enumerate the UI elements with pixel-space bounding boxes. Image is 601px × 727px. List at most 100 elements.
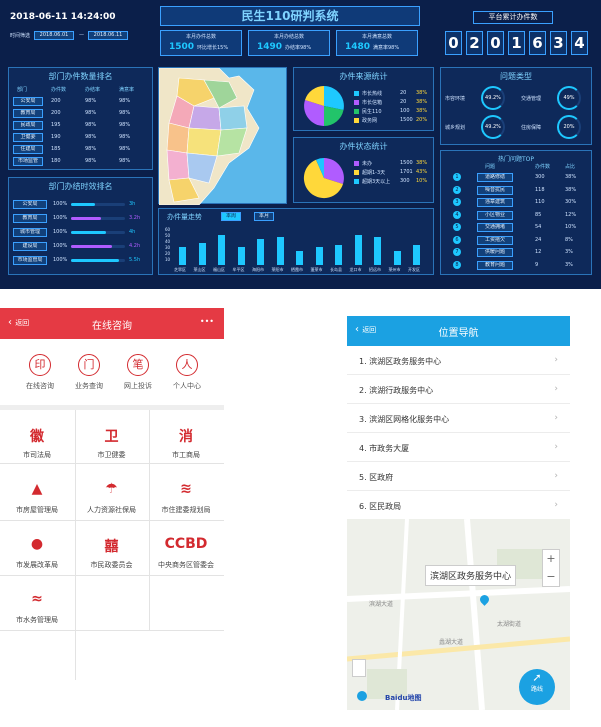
date-from-input[interactable]: 2018.06.01 (34, 31, 74, 40)
trend-bar[interactable] (354, 235, 362, 265)
problem-name-tag[interactable]: 教育问题 (477, 260, 513, 270)
dept-time: 5.5h (129, 257, 141, 263)
org-label[interactable]: 市房屋管理局 (0, 505, 74, 515)
org-label[interactable]: 市水务管理局 (0, 615, 74, 625)
org-label[interactable]: 市司法局 (0, 450, 74, 460)
org-icon[interactable]: 消 (149, 426, 223, 446)
trend-bar[interactable] (296, 251, 303, 265)
trend-bar[interactable] (276, 237, 284, 265)
problem-name-tag[interactable]: 违章建筑 (477, 198, 513, 207)
org-icon[interactable]: ▲ (0, 481, 74, 497)
y-tick: 30 (165, 245, 171, 250)
more-icon[interactable]: ••• (200, 317, 214, 326)
org-label[interactable]: 中央商务区管委会 (149, 560, 223, 570)
nav-item-label: 2. 滨湖行政服务中心 (359, 386, 434, 395)
org-label[interactable]: 市发展改革局 (0, 560, 74, 570)
org-icon[interactable]: ≋ (149, 481, 223, 497)
dept-name-tag[interactable]: 市场监管局 (13, 256, 47, 265)
dept-name-tag[interactable]: 教育局 (13, 109, 43, 118)
quick-icon[interactable]: 笔 (127, 354, 149, 376)
org-label[interactable]: 市卫健委 (75, 450, 149, 460)
quick-icon[interactable]: 印 (29, 354, 51, 376)
page-title: 民生110研判系统 (241, 9, 339, 23)
org-icon[interactable]: 卫 (75, 426, 149, 446)
org-icon[interactable]: ≈ (0, 591, 74, 607)
nav-list-item[interactable]: 3. 滨湖区网格化服务中心 › (347, 404, 570, 433)
nav-list-item[interactable]: 4. 市政务大厦 › (347, 433, 570, 462)
trend-bar[interactable] (179, 247, 186, 265)
org-icon[interactable]: ☂ (75, 481, 149, 497)
rank-badge: 2 (453, 185, 461, 194)
source-slice-1 (324, 86, 344, 110)
trend-bar[interactable] (237, 247, 245, 265)
map-district-5 (218, 105, 248, 131)
nav-list-item[interactable]: 6. 区民政局 › (347, 491, 570, 520)
nav-list-item[interactable]: 1. 滨湖区政务服务中心 › (347, 346, 570, 375)
org-icon[interactable]: 囍 (75, 536, 149, 556)
trend-bar[interactable] (198, 243, 206, 265)
legend-value: 20 (400, 90, 407, 96)
gauge-value: 49.2% (485, 95, 501, 101)
quick-icon[interactable]: 门 (78, 354, 100, 376)
org-icon[interactable]: ● (0, 536, 74, 552)
datetime: 2018-06-11 14:24:00 (10, 12, 116, 22)
dept-name-tag[interactable]: 公安局 (13, 97, 43, 106)
org-icon[interactable]: CCBD (149, 536, 223, 552)
scale-icon (352, 659, 366, 677)
zoom-control[interactable]: + − (542, 549, 560, 587)
locate-me-icon[interactable] (357, 691, 367, 701)
quick-label[interactable]: 个人中心 (162, 381, 212, 391)
zoom-out-button[interactable]: − (543, 568, 559, 586)
chevron-right-icon: › (554, 500, 558, 510)
table-header: 办结率 (85, 87, 101, 93)
zoom-in-button[interactable]: + (543, 550, 559, 568)
quick-label[interactable]: 业务查询 (64, 381, 114, 391)
trend-bar[interactable] (374, 237, 381, 265)
dept-name-tag[interactable]: 市场监管 (13, 157, 43, 166)
legend-swatch (354, 109, 359, 114)
progress-fill (71, 231, 106, 234)
org-label[interactable]: 市民政委员会 (75, 560, 149, 570)
trend-bar[interactable] (315, 247, 323, 265)
trend-bar[interactable] (218, 235, 225, 265)
legend-label: 未办 (362, 161, 373, 167)
dept-name-tag[interactable]: 卫健委 (13, 133, 43, 142)
location-map[interactable]: 滨湖区政务服务中心 滨湖大道 蠡湖大道 太湖街道 + − Baidu地图 ➚ 路线 (347, 519, 570, 710)
route-button[interactable]: ➚ 路线 (519, 669, 555, 705)
dept-name-tag[interactable]: 城市管理 (13, 228, 47, 237)
org-icon[interactable]: 徽 (0, 426, 74, 446)
dept-done-title: 部门办结时效排名 (48, 182, 113, 191)
dept-name-tag[interactable]: 建设局 (13, 242, 47, 251)
org-label[interactable]: 人力资源社保局 (75, 505, 149, 515)
dept-pct: 100% (53, 215, 68, 221)
dept-name-tag[interactable]: 住建局 (13, 145, 43, 154)
dept-name-tag[interactable]: 公安局 (13, 200, 47, 209)
table-cell: 180 (51, 158, 61, 164)
trend-bar[interactable] (257, 239, 264, 265)
org-label[interactable]: 市住建委规划局 (149, 505, 223, 515)
quick-label[interactable]: 网上投诉 (113, 381, 163, 391)
trend-bar[interactable] (335, 245, 342, 265)
quick-label[interactable]: 在线咨询 (15, 381, 65, 391)
problem-name-tag[interactable]: 噪音扰民 (477, 185, 513, 195)
counter-title: 平台累计办件数 (488, 13, 538, 21)
problem-name-tag[interactable]: 道路修缮 (477, 173, 513, 182)
nav-list-item[interactable]: 5. 区政府 › (347, 462, 570, 491)
date-to-input[interactable]: 2018.06.11 (88, 31, 128, 40)
tab-month[interactable]: 本月 (254, 212, 274, 221)
rank-badge: 4 (453, 210, 461, 219)
problem-name-tag[interactable]: 工资拖欠 (477, 235, 513, 245)
nav-list-item[interactable]: 2. 滨湖行政服务中心 › (347, 375, 570, 404)
dept-name-tag[interactable]: 教育局 (13, 214, 47, 223)
org-label[interactable]: 市工商局 (149, 450, 223, 460)
region-map[interactable] (158, 67, 287, 206)
source-panel: 办件来源统计 市长热线 20 38% 市长信箱 20 38% 民生110 100 38% 政务网 1… (293, 67, 434, 131)
problem-name-tag[interactable]: 小区物业 (477, 210, 513, 220)
tab-week[interactable]: 本周 (221, 212, 241, 221)
trend-bar[interactable] (413, 245, 420, 265)
trend-bar[interactable] (393, 251, 401, 265)
quick-icon[interactable]: 人 (176, 354, 198, 376)
problem-name-tag[interactable]: 交通拥堵 (477, 223, 513, 232)
dept-name-tag[interactable]: 民政局 (13, 121, 43, 130)
problem-name-tag[interactable]: 供暖问题 (477, 248, 513, 257)
